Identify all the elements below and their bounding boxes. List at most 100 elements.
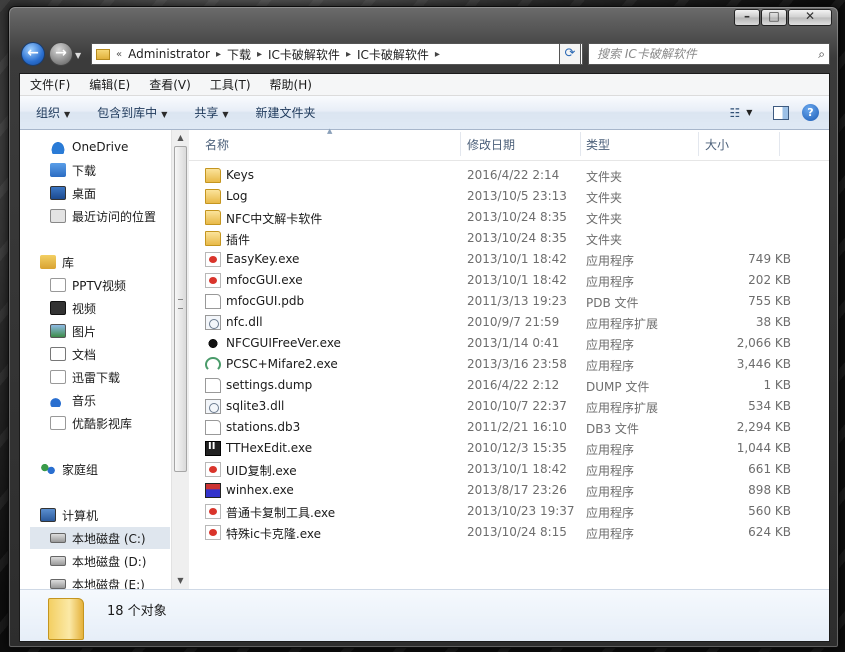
column-size[interactable]: 大小 bbox=[705, 136, 729, 153]
close-button[interactable]: ✕ bbox=[788, 9, 832, 26]
minimize-button[interactable]: – bbox=[734, 9, 760, 26]
folder-icon bbox=[205, 210, 221, 225]
chevron-right-icon[interactable]: ▸ bbox=[255, 49, 264, 60]
search-input[interactable]: 搜索 IC卡破解软件 ⌕ bbox=[588, 43, 830, 65]
chevron-right-icon[interactable]: ▸ bbox=[433, 49, 442, 60]
breadcrumb-administrator[interactable]: Administrator bbox=[124, 47, 214, 61]
column-divider[interactable] bbox=[779, 132, 780, 156]
search-icon[interactable]: ⌕ bbox=[818, 44, 825, 64]
menu-edit[interactable]: 编辑(E) bbox=[79, 76, 139, 93]
nav-item-thunder-downloads[interactable]: 迅雷下载 bbox=[50, 366, 170, 388]
scroll-up-icon[interactable]: ▲ bbox=[172, 130, 189, 146]
column-header-row: ▲ 名称 修改日期 类型 大小 bbox=[189, 127, 829, 161]
file-row[interactable]: TTHexEdit.exe 2010/12/3 15:35 应用程序 1,044 KB bbox=[189, 438, 829, 459]
file-row[interactable]: 特殊ic卡克隆.exe 2013/10/24 8:15 应用程序 624 KB bbox=[189, 522, 829, 543]
menu-view[interactable]: 查看(V) bbox=[139, 76, 200, 93]
column-divider[interactable] bbox=[580, 132, 581, 156]
column-name[interactable]: 名称 bbox=[205, 136, 229, 153]
nav-item-drive-e[interactable]: 本地磁盘 (E:) bbox=[50, 573, 170, 589]
share-button[interactable]: 共享 ▼ bbox=[178, 104, 239, 121]
nav-item-computer[interactable]: 计算机 bbox=[40, 504, 170, 526]
column-divider[interactable] bbox=[698, 132, 699, 156]
scrollbar-thumb[interactable] bbox=[174, 146, 187, 472]
column-type[interactable]: 类型 bbox=[586, 136, 610, 153]
file-row[interactable]: stations.db3 2011/2/21 16:10 DB3 文件 2,294 K… bbox=[189, 417, 829, 438]
drive-icon bbox=[50, 533, 66, 543]
file-row[interactable]: Log 2013/10/5 23:13 文件夹 bbox=[189, 186, 829, 207]
organize-button[interactable]: 组织 ▼ bbox=[20, 104, 81, 121]
scroll-down-icon[interactable]: ▼ bbox=[172, 573, 189, 589]
nav-item-documents[interactable]: 文档 bbox=[50, 343, 170, 365]
file-row[interactable]: Keys 2016/4/22 2:14 文件夹 bbox=[189, 165, 829, 186]
nav-item-onedrive[interactable]: OneDrive bbox=[50, 136, 170, 158]
nav-item-drive-c[interactable]: 本地磁盘 (C:) bbox=[30, 527, 170, 549]
file-row[interactable]: sqlite3.dll 2010/10/7 22:37 应用程序扩展 534 KB bbox=[189, 396, 829, 417]
menu-help[interactable]: 帮助(H) bbox=[260, 76, 321, 93]
file-type: 应用程序 bbox=[586, 443, 635, 457]
file-size: 3,446 KB bbox=[736, 357, 791, 371]
preview-pane-button[interactable] bbox=[768, 102, 794, 124]
folder-icon bbox=[50, 278, 66, 292]
file-row[interactable]: mfocGUI.exe 2013/10/1 18:42 应用程序 202 KB bbox=[189, 270, 829, 291]
nav-item-recent-places[interactable]: 最近访问的位置 bbox=[50, 205, 170, 227]
picture-icon bbox=[50, 324, 66, 338]
maximize-button[interactable]: □ bbox=[761, 9, 787, 26]
nav-item-libraries[interactable]: 库 bbox=[40, 251, 170, 273]
nav-item-videos[interactable]: 视频 bbox=[50, 297, 170, 319]
recent-places-icon bbox=[50, 209, 66, 223]
file-row[interactable]: NFC中文解卡软件 2013/10/24 8:35 文件夹 bbox=[189, 207, 829, 228]
new-folder-button[interactable]: 新建文件夹 bbox=[240, 104, 327, 121]
breadcrumb-ic-subfolder[interactable]: IC卡破解软件 bbox=[353, 46, 433, 63]
breadcrumb-overflow[interactable]: « bbox=[114, 49, 124, 60]
bug-icon bbox=[205, 336, 221, 351]
menu-tools[interactable]: 工具(T) bbox=[200, 76, 260, 93]
breadcrumb-downloads[interactable]: 下载 bbox=[223, 46, 255, 63]
chevron-right-icon[interactable]: ▸ bbox=[344, 49, 353, 60]
include-in-library-button[interactable]: 包含到库中 ▼ bbox=[81, 104, 178, 121]
file-row[interactable]: 普通卡复制工具.exe 2013/10/23 19:37 应用程序 560 KB bbox=[189, 501, 829, 522]
column-divider[interactable] bbox=[460, 132, 461, 156]
view-options-button[interactable]: ☷ ▼ bbox=[728, 102, 754, 124]
nav-item-homegroup[interactable]: 家庭组 bbox=[40, 458, 170, 480]
file-type: 应用程序 bbox=[586, 254, 635, 268]
breadcrumb-ic-folder[interactable]: IC卡破解软件 bbox=[264, 46, 344, 63]
nav-item-drive-d[interactable]: 本地磁盘 (D:) bbox=[50, 550, 170, 572]
chevron-right-icon[interactable]: ▸ bbox=[214, 49, 223, 60]
file-row[interactable]: nfc.dll 2010/9/7 21:59 应用程序扩展 38 KB bbox=[189, 312, 829, 333]
arrow-left-icon: ← bbox=[27, 45, 39, 61]
recent-pages-dropdown[interactable]: ▼ bbox=[75, 51, 81, 60]
file-type: PDB 文件 bbox=[586, 296, 639, 310]
file-row[interactable]: winhex.exe 2013/8/17 23:26 应用程序 898 KB bbox=[189, 480, 829, 501]
column-date[interactable]: 修改日期 bbox=[467, 136, 515, 153]
nav-item-desktop[interactable]: 桌面 bbox=[50, 182, 170, 204]
file-name: UID复制.exe bbox=[226, 464, 297, 478]
help-button[interactable]: ? bbox=[802, 104, 819, 121]
file-row[interactable]: EasyKey.exe 2013/10/1 18:42 应用程序 749 KB bbox=[189, 249, 829, 270]
nav-item-music[interactable]: 音乐 bbox=[50, 389, 170, 411]
nav-label: 图片 bbox=[72, 324, 97, 339]
nav-label: 本地磁盘 (C:) bbox=[72, 531, 146, 546]
back-button[interactable]: ← bbox=[21, 42, 45, 66]
navigation-scrollbar[interactable]: ▲ ▼ bbox=[171, 130, 189, 589]
nav-item-downloads[interactable]: 下载 bbox=[50, 159, 170, 181]
file-row[interactable]: settings.dump 2016/4/22 2:12 DUMP 文件 1 KB bbox=[189, 375, 829, 396]
explorer-window: – □ ✕ ← → ▼ « Administrator ▸ 下载 ▸ IC卡破解… bbox=[8, 6, 839, 648]
forward-button[interactable]: → bbox=[49, 42, 73, 66]
caption-buttons: – □ ✕ bbox=[733, 9, 832, 26]
menu-file[interactable]: 文件(F) bbox=[20, 76, 79, 93]
nav-item-youku[interactable]: 优酷影视库 bbox=[50, 412, 170, 434]
file-row[interactable]: UID复制.exe 2013/10/1 18:42 应用程序 661 KB bbox=[189, 459, 829, 480]
file-row[interactable]: NFCGUIFreeVer.exe 2013/1/14 0:41 应用程序 2,066… bbox=[189, 333, 829, 354]
file-row[interactable]: 插件 2013/10/24 8:35 文件夹 bbox=[189, 228, 829, 249]
file-row[interactable]: mfocGUI.pdb 2011/3/13 19:23 PDB 文件 755 KB bbox=[189, 291, 829, 312]
file-row[interactable]: PCSC+Mifare2.exe 2013/3/16 23:58 应用程序 3,446… bbox=[189, 354, 829, 375]
file-type: 应用程序 bbox=[586, 485, 635, 499]
nav-item-pptv[interactable]: PPTV视频 bbox=[50, 274, 170, 296]
share-label: 共享 bbox=[194, 106, 219, 120]
address-bar[interactable]: « Administrator ▸ 下载 ▸ IC卡破解软件 ▸ IC卡破解软件… bbox=[91, 43, 583, 65]
nav-item-pictures[interactable]: 图片 bbox=[50, 320, 170, 342]
file-name: NFCGUIFreeVer.exe bbox=[226, 336, 341, 350]
caret-down-icon: ▼ bbox=[222, 110, 229, 119]
refresh-button[interactable]: ⟳ bbox=[559, 43, 581, 65]
document-icon bbox=[50, 347, 66, 361]
